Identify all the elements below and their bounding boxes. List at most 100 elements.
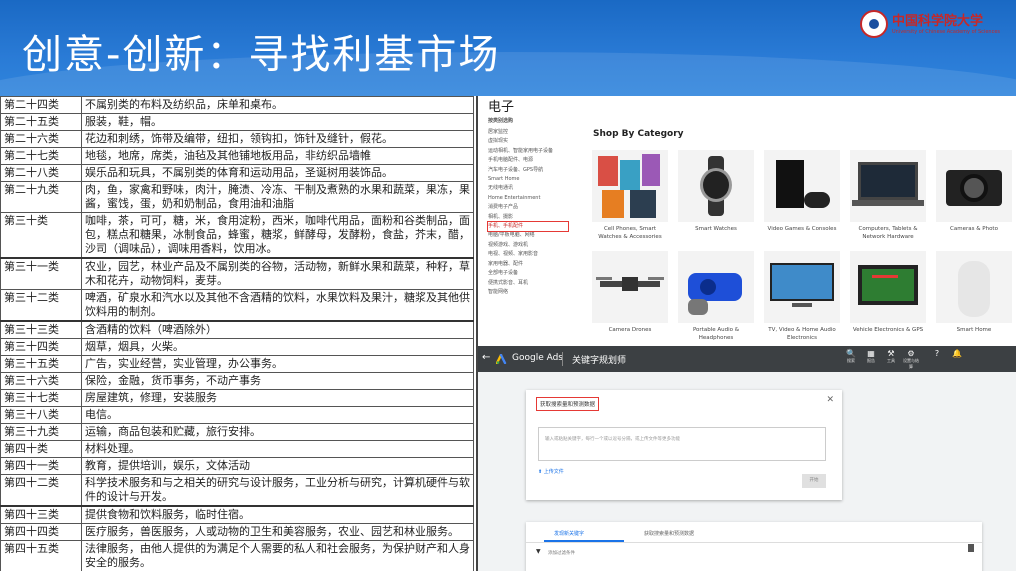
category-sidebar: 居家监控 虚拟现实 运动相机、智能家用电子设备 手机电脑配件、电源 汽车电子设备、GPS… — [487, 128, 569, 297]
logo-chinese-name: 中国科学院大学 — [892, 14, 984, 29]
category-tile[interactable]: Computers, Tablets & Network Hardware — [850, 150, 926, 241]
sidebar-item[interactable]: 虚拟现实 — [488, 137, 568, 146]
class-number-cell: 第二十八类 — [0, 164, 82, 182]
category-tile[interactable]: Camera Drones — [592, 251, 668, 334]
class-description-cell: 科学技术服务和与之相关的研究与设计服务，工业分析与研究，计算机硬件与软件的设计与… — [81, 474, 474, 507]
class-description-cell: 运输，商品包装和贮藏，旅行安排。 — [81, 423, 474, 441]
tab-discover-keywords[interactable]: 发现新关键字 — [554, 530, 584, 537]
category-tile[interactable]: Portable Audio & Headphones — [678, 251, 754, 342]
category-tile[interactable]: Vehicle Electronics & GPS — [850, 251, 926, 334]
add-filter-text[interactable]: 添加过滤条件 — [548, 550, 575, 556]
shop-heading: 电子 — [488, 100, 515, 115]
dialog-title: 获取搜索量和预测数据 — [536, 397, 600, 411]
table-row: 第二十五类 服装，鞋，帽。 — [0, 113, 474, 131]
table-row: 第三十三类 含酒精的饮料（啤酒除外） — [0, 320, 474, 339]
back-arrow-icon[interactable]: ← — [482, 352, 490, 363]
search-icon[interactable]: 🔍 搜索 — [842, 349, 860, 364]
sidebar-item[interactable]: 电脑/平板电脑、网络 — [488, 231, 568, 240]
sidebar-item[interactable]: 智能网络 — [488, 288, 568, 297]
speaker-image — [678, 251, 754, 323]
table-row: 第三十二类 啤酒，矿泉水和汽水以及其他不含酒精的饮料，水果饮料及果汁，糖浆及其他供… — [0, 289, 474, 322]
class-number-cell: 第二十六类 — [0, 130, 82, 148]
class-description-cell: 材料处理。 — [81, 440, 474, 458]
sidebar-item[interactable]: 手机电脑配件、电源 — [488, 156, 568, 165]
category-tile[interactable]: Smart Watches — [678, 150, 754, 233]
table-row: 第二十四类 不属别类的布料及纺织品，床单和桌布。 — [0, 96, 474, 114]
class-description-cell: 服装，鞋，帽。 — [81, 113, 474, 131]
class-description-cell: 啤酒，矿泉水和汽水以及其他不含酒精的饮料，水果饮料及果汁，糖浆及其他供饮料用的制… — [81, 289, 474, 322]
table-row: 第二十九类 肉，鱼，家禽和野味，肉汁，腌渍、冷冻、干制及煮熟的水果和蔬菜，果冻，果… — [0, 181, 474, 213]
class-number-cell: 第三十六类 — [0, 372, 82, 390]
sidebar-item[interactable]: 手机、手机配件 — [487, 221, 569, 233]
columns-icon[interactable] — [968, 544, 974, 552]
start-button[interactable]: 开始 — [802, 474, 826, 488]
class-description-cell: 含酒精的饮料（啤酒除外） — [81, 320, 474, 339]
tab-search-volume[interactable]: 获取搜索量和预测数据 — [644, 530, 694, 537]
category-tile[interactable]: Smart Home — [936, 251, 1012, 334]
category-tile-label: Video Games & Consoles — [767, 226, 837, 232]
keyword-input[interactable]: 输入或粘贴关键字，每行一个或以逗号分隔，或上传文件等更多功能 — [538, 427, 826, 461]
sidebar-item[interactable]: 相机、摄影 — [488, 213, 568, 222]
upload-file-link[interactable]: ⬆ 上传文件 — [538, 468, 564, 475]
trademark-class-table: 第二十四类 不属别类的布料及纺织品，床单和桌布。 第二十五类 服装，鞋，帽。 第二十六类… — [0, 96, 474, 571]
table-row: 第四十三类 提供食物和饮料服务，临时住宿。 — [0, 505, 474, 524]
sidebar-item[interactable]: Home Entertainment — [488, 194, 568, 203]
filter-icon[interactable]: ▼ — [536, 548, 541, 555]
class-number-cell: 第四十类 — [0, 440, 82, 458]
sidebar-item[interactable]: 家用电器、配件 — [488, 260, 568, 269]
camera-image — [936, 150, 1012, 222]
class-description-cell: 教育，提供培训，娱乐，文体活动 — [81, 457, 474, 475]
class-number-cell: 第二十九类 — [0, 181, 82, 213]
slide-header: 创意-创新：寻找利基市场 中国科学院大学 University of Chine… — [0, 0, 1016, 96]
sidebar-item[interactable]: 电视、视频、家用影音 — [488, 250, 568, 259]
sidebar-item[interactable]: 运动相机、智能家用电子设备 — [488, 147, 568, 156]
table-row: 第四十二类 科学技术服务和与之相关的研究与设计服务，工业分析与研究，计算机硬件与软… — [0, 474, 474, 507]
class-description-cell: 广告，实业经营，实业管理，办公事务。 — [81, 355, 474, 373]
sidebar-item[interactable]: 汽车电子设备、GPS导航 — [488, 166, 568, 175]
class-number-cell: 第三十七类 — [0, 389, 82, 407]
table-row: 第三十七类 房屋建筑，修理，安装服务 — [0, 389, 474, 407]
reports-icon[interactable]: ▦ 报告 — [862, 349, 880, 364]
table-row: 第二十六类 花边和刺绣，饰带及编带，纽扣，领钩扣，饰针及缝针，假花。 — [0, 130, 474, 148]
keyword-results-card: 发现新关键字 获取搜索量和预测数据 ▼ 添加过滤条件 — [526, 522, 982, 571]
sidebar-item[interactable]: 无线电通讯 — [488, 184, 568, 193]
category-tile[interactable]: Video Games & Consoles — [764, 150, 840, 233]
drone-image — [592, 251, 668, 323]
class-number-cell: 第三十二类 — [0, 289, 82, 322]
category-tile[interactable]: Cameras & Photo — [936, 150, 1012, 233]
sidebar-heading: 按类别选购 — [488, 118, 514, 124]
table-row: 第三十九类 运输，商品包装和贮藏，旅行安排。 — [0, 423, 474, 441]
notification-icon[interactable]: 🔔 — [948, 349, 966, 358]
close-icon[interactable]: ✕ — [826, 395, 834, 405]
class-number-cell: 第三十类 — [0, 212, 82, 259]
sidebar-item[interactable]: 全部电子设备 — [488, 269, 568, 278]
sidebar-item[interactable]: 便携式影音、耳机 — [488, 279, 568, 288]
tools-icon[interactable]: ⚒ 工具 — [882, 349, 900, 364]
sidebar-item[interactable]: 视频游戏、游戏机 — [488, 241, 568, 250]
sidebar-item[interactable]: 居家监控 — [488, 128, 568, 137]
settings-icon[interactable]: ⚙ 设置与结算 — [902, 349, 920, 370]
table-row: 第三十五类 广告，实业经营，实业管理，办公事务。 — [0, 355, 474, 373]
class-number-cell: 第二十七类 — [0, 147, 82, 165]
category-tile-label: Computers, Tablets & Network Hardware — [858, 226, 918, 240]
class-number-cell: 第二十五类 — [0, 113, 82, 131]
class-number-cell: 第四十二类 — [0, 474, 82, 507]
class-number-cell: 第三十一类 — [0, 257, 82, 290]
category-tile[interactable]: Cell Phones, Smart Watches & Accessories — [592, 150, 668, 241]
help-icon[interactable]: ? — [928, 349, 946, 358]
class-number-cell: 第四十五类 — [0, 540, 82, 571]
toolbar-divider — [562, 352, 563, 366]
category-tile[interactable]: TV, Video & Home Audio Electronics — [764, 251, 840, 342]
divider — [526, 542, 982, 543]
tv-image — [764, 251, 840, 323]
class-description-cell: 农业，园艺，林业产品及不属别类的谷物，活动物，新鲜水果和蔬菜，种籽，草木和花卉，… — [81, 257, 474, 290]
sidebar-item[interactable]: Smart Home — [488, 175, 568, 184]
table-row: 第四十四类 医疗服务，兽医服务，人或动物的卫生和美容服务，农业、园艺和林业服务。 — [0, 523, 474, 541]
table-row: 第二十八类 娱乐品和玩具，不属别类的体育和运动用品，圣诞树用装饰品。 — [0, 164, 474, 182]
class-description-cell: 娱乐品和玩具，不属别类的体育和运动用品，圣诞树用装饰品。 — [81, 164, 474, 182]
class-number-cell: 第四十一类 — [0, 457, 82, 475]
sidebar-item[interactable]: 消费电子产品 — [488, 203, 568, 212]
upload-label: 上传文件 — [543, 469, 564, 475]
class-number-cell: 第二十四类 — [0, 96, 82, 114]
class-description-cell: 咖啡，茶，可可，糖，米，食用淀粉，西米，咖啡代用品，面粉和谷类制品，面包，糕点和… — [81, 212, 474, 259]
